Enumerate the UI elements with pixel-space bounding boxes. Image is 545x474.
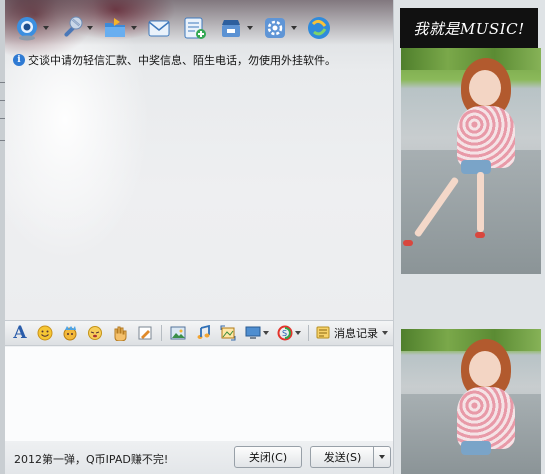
remote-assist-icon[interactable]: S	[276, 324, 294, 342]
emoji-icon[interactable]	[36, 324, 54, 342]
right-panel: 我就是MUSIC!	[395, 0, 545, 474]
history-icon	[316, 326, 330, 339]
separator	[308, 325, 309, 341]
create-group-button[interactable]	[181, 14, 209, 42]
folder-icon	[101, 14, 129, 42]
profile-photo-2[interactable]	[401, 329, 541, 474]
chat-window: i 交谈中请勿轻信汇款、中奖信息、陌生电话，勿使用外挂软件。 A S 消息记录 …	[5, 0, 394, 474]
send-button[interactable]: 发送(S)	[310, 446, 374, 468]
chevron-down-icon[interactable]	[291, 26, 297, 30]
settings-button[interactable]	[261, 14, 297, 42]
message-display-area[interactable]	[5, 70, 393, 320]
info-icon: i	[13, 54, 25, 66]
envelope-icon	[145, 14, 173, 42]
orb-icon	[305, 14, 333, 42]
input-toolbar: A S 消息记录	[5, 320, 393, 346]
group-add-icon	[181, 14, 209, 42]
message-history-label: 消息记录	[334, 327, 378, 340]
video-call-button[interactable]	[13, 14, 49, 42]
close-button[interactable]: 关闭(C)	[234, 446, 302, 468]
music-banner[interactable]: 我就是MUSIC!	[400, 8, 538, 48]
security-notice: i 交谈中请勿轻信汇款、中奖信息、陌生电话，勿使用外挂软件。	[13, 52, 336, 68]
svg-text:S: S	[282, 329, 287, 338]
shake-icon[interactable]	[86, 324, 104, 342]
chevron-down-icon[interactable]	[247, 26, 253, 30]
chevron-down-icon[interactable]	[131, 26, 137, 30]
message-history-button[interactable]: 消息记录	[316, 325, 388, 341]
gear-icon	[261, 14, 289, 42]
microphone-icon	[57, 14, 85, 42]
chevron-down-icon[interactable]	[382, 331, 388, 335]
webcam-icon	[13, 14, 41, 42]
send-email-button[interactable]	[145, 14, 173, 42]
magic-emoji-icon[interactable]	[61, 324, 79, 342]
chevron-down-icon[interactable]	[87, 26, 93, 30]
promo-link[interactable]: 2012第一弹，Q币IPAD赚不完!	[14, 451, 168, 467]
font-icon[interactable]: A	[11, 323, 29, 343]
bottom-bar: 2012第一弹，Q币IPAD赚不完! 关闭(C) 发送(S)	[5, 441, 393, 474]
screenshot-icon[interactable]	[219, 324, 237, 342]
send-file-button[interactable]	[101, 14, 137, 42]
image-icon[interactable]	[169, 324, 187, 342]
apps-button[interactable]	[217, 14, 253, 42]
separator	[161, 325, 162, 341]
voice-call-button[interactable]	[57, 14, 93, 42]
screen-share-icon[interactable]	[244, 324, 262, 342]
send-options-button[interactable]	[373, 446, 391, 468]
profile-photo[interactable]	[401, 48, 541, 274]
top-toolbar	[13, 12, 333, 44]
chevron-down-icon[interactable]	[43, 26, 49, 30]
scribble-icon[interactable]	[136, 324, 154, 342]
security-notice-text: 交谈中请勿轻信汇款、中奖信息、陌生电话，勿使用外挂软件。	[28, 54, 336, 67]
chevron-down-icon	[379, 455, 385, 459]
hand-icon[interactable]	[111, 324, 129, 342]
chevron-down-icon[interactable]	[295, 331, 301, 335]
message-input[interactable]	[5, 347, 393, 441]
qzone-button[interactable]	[305, 14, 333, 42]
chevron-down-icon[interactable]	[263, 331, 269, 335]
music-icon[interactable]	[194, 324, 212, 342]
app-center-icon	[217, 14, 245, 42]
